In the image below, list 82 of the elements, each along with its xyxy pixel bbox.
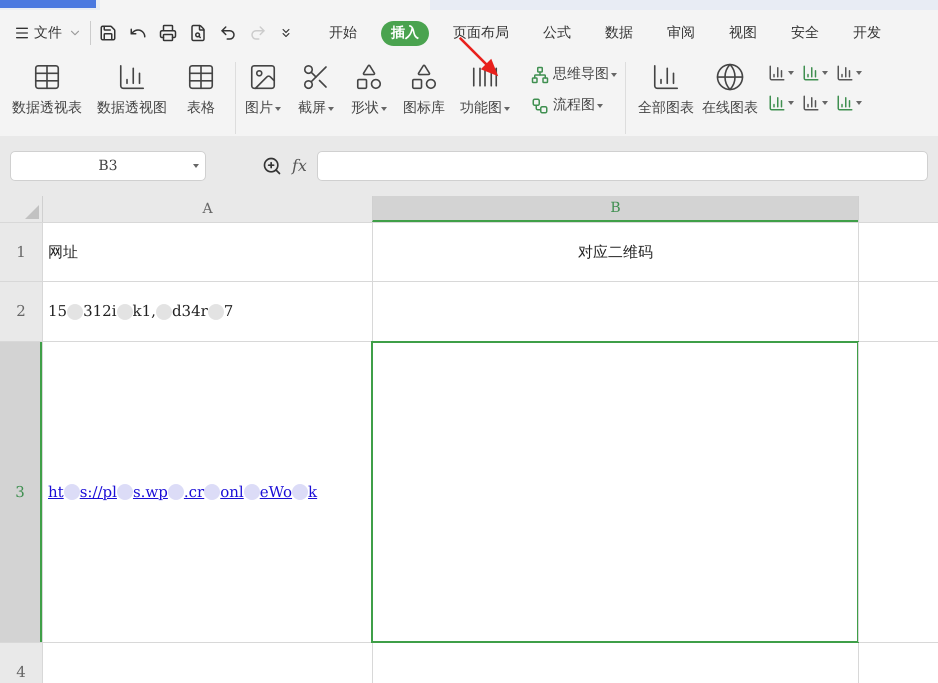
- shapes-icon: [354, 62, 384, 92]
- link-text[interactable]: s://pl: [80, 480, 117, 504]
- row-header[interactable]: 4: [0, 643, 42, 683]
- ribbon-button[interactable]: 全部图表: [634, 62, 698, 119]
- ribbon-tab[interactable]: 数据: [595, 20, 643, 46]
- ribbon-tab[interactable]: 审阅: [657, 20, 705, 46]
- ribbon-button[interactable]: 表格: [178, 62, 224, 119]
- blur-mark: [244, 484, 260, 500]
- search-icon[interactable]: [262, 156, 282, 176]
- link-text[interactable]: ht: [48, 480, 64, 504]
- picture-icon: [248, 62, 278, 92]
- cell-text: 15: [48, 301, 68, 322]
- menu-icon[interactable]: [14, 25, 30, 41]
- cell-text: 对应二维码: [578, 242, 653, 263]
- caret-icon: [856, 101, 862, 105]
- cell-reference-field[interactable]: B3: [10, 151, 206, 181]
- caret-icon: [822, 71, 828, 75]
- blur-mark: [116, 304, 133, 320]
- link-text[interactable]: k: [308, 480, 318, 504]
- blur-mark: [64, 484, 80, 500]
- fx-label[interactable]: fx: [292, 154, 307, 178]
- cell-text: 网址: [48, 242, 78, 263]
- blur-mark: [208, 304, 224, 320]
- chart-type-icon[interactable]: [768, 94, 794, 112]
- chart-type-icon[interactable]: [768, 64, 794, 82]
- cell-text: k1,: [132, 301, 156, 322]
- ribbon-tab[interactable]: 页面布局: [443, 20, 519, 46]
- blur-mark: [67, 304, 84, 320]
- ribbon-tab[interactable]: 公式: [533, 20, 581, 46]
- flowchart-icon: [531, 96, 549, 114]
- ribbon-button[interactable]: 形状: [346, 62, 392, 119]
- shapes-icon: [409, 62, 439, 92]
- link-text[interactable]: eWo: [260, 480, 292, 504]
- cell-text: 312i: [83, 301, 117, 322]
- link-text[interactable]: onl: [220, 480, 244, 504]
- ribbon-button[interactable]: 思维导图: [531, 64, 617, 85]
- blur-mark: [168, 484, 184, 500]
- undo-icon[interactable]: [219, 24, 237, 42]
- ribbon-button[interactable]: 数据透视表: [8, 62, 86, 119]
- ribbon-button[interactable]: 图片: [240, 62, 286, 119]
- chart-type-icon[interactable]: [802, 64, 828, 82]
- print-preview-icon[interactable]: [189, 24, 207, 42]
- link-text[interactable]: .cr: [184, 480, 204, 504]
- ribbon-tab[interactable]: 开发: [843, 20, 891, 46]
- chart-type-icon[interactable]: [836, 64, 862, 82]
- save-icon[interactable]: [99, 24, 117, 42]
- caret-icon: [597, 104, 603, 108]
- ribbon-tab[interactable]: 安全: [781, 20, 829, 46]
- formula-field[interactable]: [316, 151, 928, 181]
- caret-icon: [856, 71, 862, 75]
- caret-icon: [788, 101, 794, 105]
- ribbon-button[interactable]: 数据透视图: [93, 62, 171, 119]
- chart-type-icon[interactable]: [836, 94, 862, 112]
- row-header[interactable]: 2: [0, 282, 42, 341]
- bar-chart-icon: [117, 62, 147, 92]
- ribbon-button[interactable]: 在线图表: [698, 62, 762, 119]
- print-icon[interactable]: [159, 24, 177, 42]
- selected-cell[interactable]: [372, 342, 858, 642]
- caret-icon: [611, 72, 617, 76]
- ribbon-tab[interactable]: 视图: [719, 20, 767, 46]
- ribbon-button[interactable]: 流程图: [531, 95, 617, 116]
- blur-mark: [204, 484, 220, 500]
- cell-text: 7: [224, 301, 234, 322]
- ribbon-button[interactable]: 截屏: [293, 62, 339, 119]
- blur-mark: [292, 484, 308, 500]
- cell-text: d34r: [172, 301, 208, 322]
- chart-type-icon[interactable]: [802, 94, 828, 112]
- ribbon-button[interactable]: 图标库: [399, 62, 449, 119]
- link-text[interactable]: s.wp: [132, 480, 168, 504]
- mindmap-icon: [531, 66, 549, 84]
- caret-icon: [822, 101, 828, 105]
- ribbon-button[interactable]: 功能图: [456, 62, 514, 119]
- bar-chart-icon: [651, 62, 681, 92]
- blur-mark: [156, 304, 172, 320]
- ribbon-tab[interactable]: 开始: [319, 20, 367, 46]
- blur-mark: [116, 484, 133, 500]
- globe-icon: [715, 62, 745, 92]
- caret-icon: [788, 71, 794, 75]
- row-header[interactable]: 1: [0, 223, 42, 281]
- file-menu[interactable]: 文件: [34, 22, 62, 44]
- table-grid-icon: [186, 62, 216, 92]
- caret-icon: [193, 164, 199, 168]
